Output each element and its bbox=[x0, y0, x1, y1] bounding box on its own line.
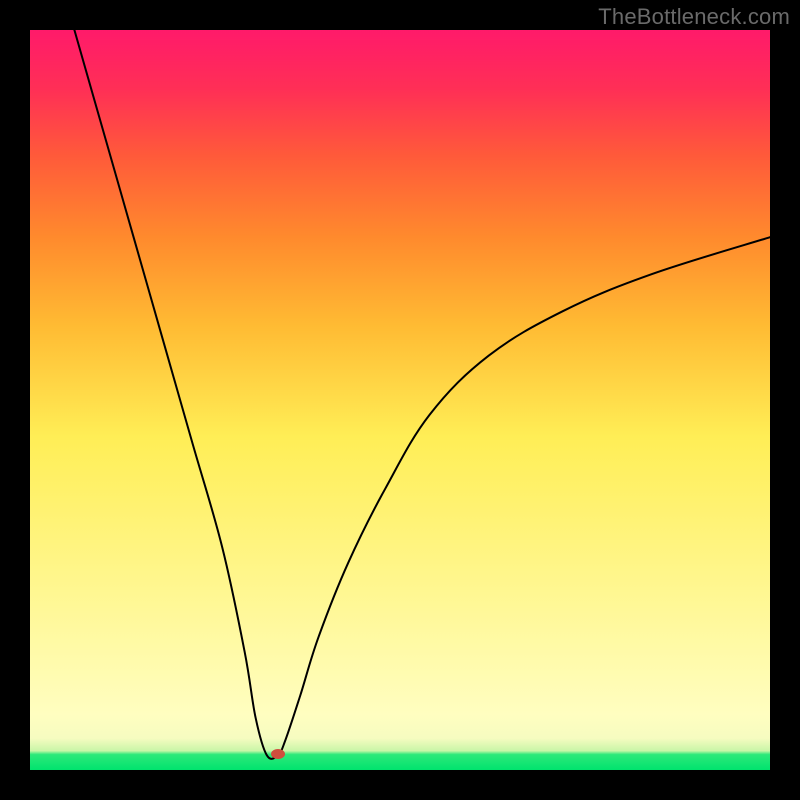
chart-frame: TheBottleneck.com bbox=[0, 0, 800, 800]
watermark-text: TheBottleneck.com bbox=[598, 4, 790, 30]
bottleneck-curve bbox=[30, 30, 770, 770]
curve-path bbox=[74, 30, 770, 759]
plot-area bbox=[30, 30, 770, 770]
minimum-marker bbox=[271, 749, 285, 759]
